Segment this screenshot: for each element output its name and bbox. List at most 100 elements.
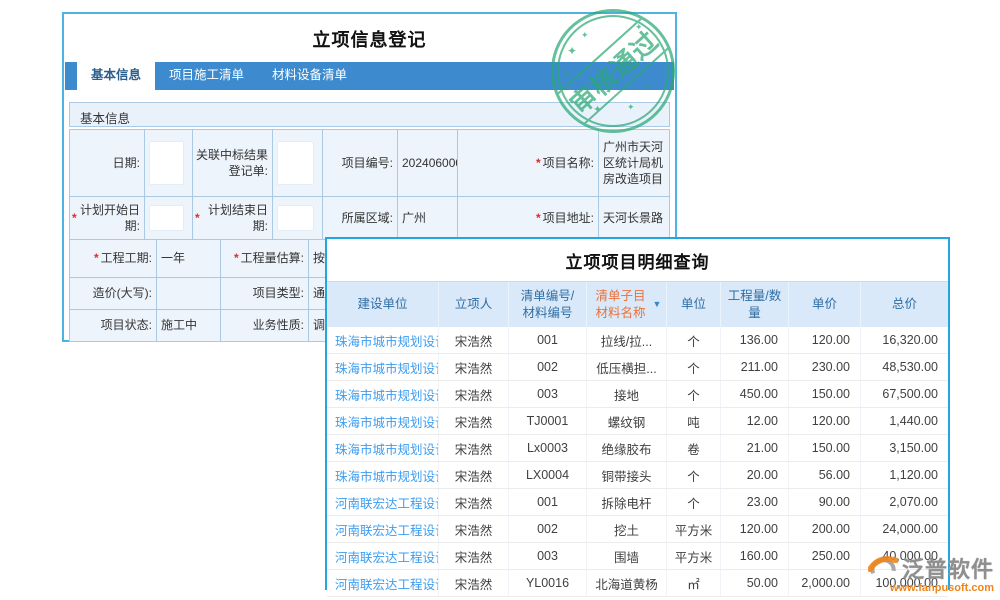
cell-company[interactable]: 珠海市城市规划设计 (327, 462, 439, 488)
detail-query-window: 立项项目明细查询 建设单位立项人清单编号/材料编号清单子目材料名称▼单位工程量/… (325, 237, 950, 590)
cell-unit-price: 200.00 (789, 516, 861, 542)
text-input[interactable] (277, 205, 314, 232)
cell-unit: 个 (667, 354, 721, 380)
cell-initiator: 宋浩然 (439, 381, 509, 407)
column-header-7[interactable]: 总价 (861, 282, 948, 327)
column-header-0[interactable]: 建设单位 (327, 282, 439, 327)
tab-construction-list[interactable]: 项目施工清单 (155, 58, 258, 90)
column-header-6[interactable]: 单价 (789, 282, 861, 327)
form1-value-r0c0[interactable] (145, 130, 193, 197)
form1-label-r0c1: 关联中标结果登记单: (193, 130, 273, 197)
cell-total-price: 16,320.00 (861, 327, 948, 353)
registration-tabbar: 基本信息项目施工清单材料设备清单 (65, 62, 674, 90)
table-row[interactable]: 河南联宏达工程设计宋浩然003围墙平方米160.00250.0040,000.0… (327, 543, 948, 570)
cell-unit-price: 150.00 (789, 435, 861, 461)
form1-label-r1c0: *计划开始日期: (70, 197, 145, 240)
cell-company[interactable]: 珠海市城市规划设计 (327, 354, 439, 380)
field-label: 项目状态: (101, 317, 152, 333)
cell-company[interactable]: 珠海市城市规划设计 (327, 381, 439, 407)
field-value: 天河长景路 (603, 210, 663, 226)
field-label: 工程工期: (101, 250, 152, 266)
vendor-brand-name: 泛普软件 (902, 552, 994, 584)
field-value: 广州市天河区统计局机房改造项目 (603, 139, 665, 188)
cell-unit: 平方米 (667, 516, 721, 542)
cell-initiator: 宋浩然 (439, 489, 509, 515)
cell-item-code: 001 (509, 327, 587, 353)
table-row[interactable]: 珠海市城市规划设计宋浩然TJ0001螺纹钢吨12.00120.001,440.0… (327, 408, 948, 435)
form1-value-r1c0[interactable] (145, 197, 193, 240)
form1-label-r1c3: *项目地址: (458, 197, 599, 240)
detail-table-body: 珠海市城市规划设计宋浩然001拉线/拉...个136.00120.0016,32… (327, 327, 948, 597)
detail-query-table: 建设单位立项人清单编号/材料编号清单子目材料名称▼ 单位工程量/数量单价 总价 珠海… (327, 281, 948, 597)
cell-company[interactable]: 河南联宏达工程设计 (327, 570, 439, 596)
cell-item-code: TJ0001 (509, 408, 587, 434)
cell-unit-price: 90.00 (789, 489, 861, 515)
cell-item-name: 绝缘胶布 (587, 435, 667, 461)
cell-company[interactable]: 河南联宏达工程设计 (327, 543, 439, 569)
field-value: 调 (313, 317, 325, 333)
cell-unit: 平方米 (667, 543, 721, 569)
form1-value-r1c2: 广州 (398, 197, 458, 240)
text-input[interactable] (277, 141, 314, 184)
cell-company[interactable]: 珠海市城市规划设计 (327, 408, 439, 434)
table-row[interactable]: 河南联宏达工程设计宋浩然YL0016北海道黄杨㎡50.002,000.00100… (327, 570, 948, 597)
cell-item-name: 低压横担... (587, 354, 667, 380)
column-header-label: 总价 (892, 296, 917, 312)
cell-initiator: 宋浩然 (439, 327, 509, 353)
text-input[interactable] (149, 141, 184, 184)
required-marker: * (94, 250, 99, 266)
cell-unit: 卷 (667, 435, 721, 461)
form2-value-r0c0: 一年 (157, 240, 221, 278)
field-label: 项目地址: (543, 210, 594, 226)
text-input[interactable] (149, 205, 184, 232)
cell-total-price: 67,500.00 (861, 381, 948, 407)
form1-value-r0c1[interactable] (273, 130, 323, 197)
form2-value-r1c0 (157, 278, 221, 310)
field-label: 日期: (113, 155, 140, 171)
cell-initiator: 宋浩然 (439, 408, 509, 434)
cell-quantity: 211.00 (721, 354, 789, 380)
field-label: 计划结束日期: (202, 202, 268, 234)
cell-company[interactable]: 珠海市城市规划设计 (327, 435, 439, 461)
cell-company[interactable]: 河南联宏达工程设计 (327, 489, 439, 515)
sort-dropdown-icon[interactable]: ▼ (653, 299, 662, 311)
cell-company[interactable]: 珠海市城市规划设计 (327, 327, 439, 353)
cell-initiator: 宋浩然 (439, 354, 509, 380)
cell-item-name: 拉线/拉... (587, 327, 667, 353)
column-header-label: 立项人 (455, 296, 493, 312)
form1-label-r0c0: 日期: (70, 130, 145, 197)
cell-quantity: 23.00 (721, 489, 789, 515)
field-label: 工程量估算: (241, 250, 304, 266)
cell-unit: 个 (667, 381, 721, 407)
column-header-5[interactable]: 工程量/数量 (721, 282, 789, 327)
form1-label-r1c2: 所属区域: (323, 197, 398, 240)
tab-basic-info[interactable]: 基本信息 (77, 58, 155, 90)
form2-label-r2c1: 业务性质: (221, 310, 309, 342)
tab-material-equipment-list[interactable]: 材料设备清单 (258, 58, 361, 90)
table-row[interactable]: 河南联宏达工程设计宋浩然002挖土平方米120.00200.0024,000.0… (327, 516, 948, 543)
cell-company[interactable]: 河南联宏达工程设计 (327, 516, 439, 542)
cell-unit-price: 120.00 (789, 408, 861, 434)
cell-item-name: 北海道黄杨 (587, 570, 667, 596)
table-row[interactable]: 珠海市城市规划设计宋浩然003接地个450.00150.0067,500.00 (327, 381, 948, 408)
form2-label-r1c0: 造价(大写): (70, 278, 157, 310)
field-label: 项目类型: (253, 285, 304, 301)
basic-info-section-header: 基本信息 (69, 102, 670, 127)
cell-unit-price: 2,000.00 (789, 570, 861, 596)
cell-initiator: 宋浩然 (439, 462, 509, 488)
column-header-2[interactable]: 清单编号/材料编号 (509, 282, 587, 327)
table-row[interactable]: 珠海市城市规划设计宋浩然001拉线/拉...个136.00120.0016,32… (327, 327, 948, 354)
column-header-label: 单位 (681, 296, 706, 312)
cell-item-code: LX0004 (509, 462, 587, 488)
table-row[interactable]: 珠海市城市规划设计宋浩然LX0004铜带接头个20.0056.001,120.0… (327, 462, 948, 489)
table-row[interactable]: 珠海市城市规划设计宋浩然Lx0003绝缘胶布卷21.00150.003,150.… (327, 435, 948, 462)
field-label: 业务性质: (253, 317, 304, 333)
cell-item-code: YL0016 (509, 570, 587, 596)
field-label: 造价(大写): (93, 285, 152, 301)
column-header-1[interactable]: 立项人 (439, 282, 509, 327)
table-row[interactable]: 河南联宏达工程设计宋浩然001拆除电杆个23.0090.002,070.00 (327, 489, 948, 516)
table-row[interactable]: 珠海市城市规划设计宋浩然002低压横担...个211.00230.0048,53… (327, 354, 948, 381)
column-header-4[interactable]: 单位 (667, 282, 721, 327)
form1-value-r1c1[interactable] (273, 197, 323, 240)
column-header-3[interactable]: 清单子目材料名称▼ (587, 282, 667, 327)
